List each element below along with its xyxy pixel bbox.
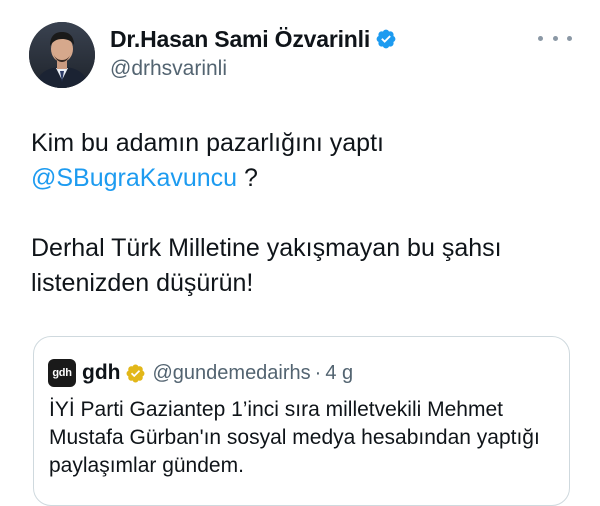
quoted-timestamp[interactable]: 4 g (325, 362, 353, 385)
tweet-text: Kim bu adamın pazarlığını yaptı @SBugraK… (31, 126, 576, 301)
author-name-row: Dr.Hasan Sami Özvarinli (110, 25, 397, 53)
tweet-card: Dr.Hasan Sami Özvarinli @drhsvarinli Kim… (0, 0, 600, 506)
quoted-tweet-header: gdh gdh @gundemedairhs · 4 g (48, 359, 353, 387)
tweet-line-2: @SBugraKavuncu ? (31, 161, 576, 196)
quoted-author-handle[interactable]: @gundemedairhs (152, 362, 310, 385)
author-display-name[interactable]: Dr.Hasan Sami Özvarinli (110, 26, 370, 53)
tweet-line-1: Kim bu adamın pazarlığını yaptı (31, 129, 384, 157)
author-handle[interactable]: @drhsvarinli (110, 57, 227, 81)
quoted-author-name[interactable]: gdh (82, 361, 120, 385)
quoted-tweet[interactable]: gdh gdh @gundemedairhs · 4 g İYİ Parti G… (33, 336, 570, 506)
verified-badge-icon (376, 29, 396, 49)
quoted-tweet-text: İYİ Parti Gaziantep 1’inci sıra milletve… (49, 398, 540, 477)
mention-suffix: ? (237, 164, 258, 192)
quoted-logo-text: gdh (52, 367, 72, 379)
mention-link[interactable]: @SBugraKavuncu (31, 164, 237, 192)
avatar-photo (29, 22, 95, 88)
quoted-author-avatar[interactable]: gdh (48, 359, 76, 387)
author-avatar[interactable] (29, 22, 95, 88)
tweet-line-3: Derhal Türk Milletine yakışmayan bu şahs… (31, 234, 502, 262)
more-options-icon[interactable] (538, 28, 572, 48)
tweet-line-4: listenizden düşürün! (31, 269, 254, 297)
gold-verified-badge-icon (127, 364, 145, 382)
quoted-separator: · (314, 361, 322, 384)
